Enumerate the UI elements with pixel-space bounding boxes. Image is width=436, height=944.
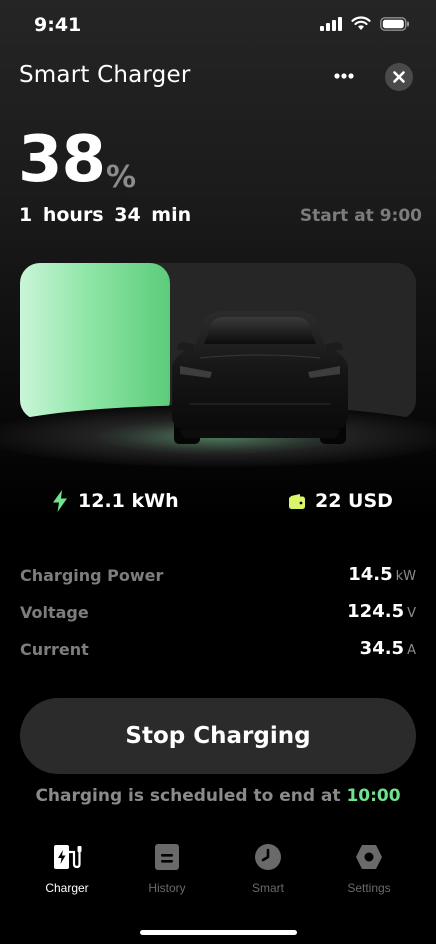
car-image	[172, 311, 348, 444]
charging-cost: 22 USD	[289, 490, 393, 512]
metric-number: 34.5	[359, 638, 405, 659]
status-icons	[320, 16, 410, 31]
schedule-end-time: 10:00	[346, 786, 401, 806]
stop-charging-button[interactable]: Stop Charging	[20, 698, 416, 774]
wallet-icon	[289, 494, 305, 509]
tab-label: History	[148, 881, 186, 895]
tab-label: Smart	[251, 881, 284, 895]
tab-charger[interactable]: Charger	[22, 842, 112, 895]
charge-percent-unit: %	[106, 160, 137, 195]
cost-value: 22 USD	[315, 490, 393, 512]
gear-icon	[356, 845, 382, 869]
energy-delivered: 12.1 kWh	[52, 490, 179, 512]
battery-fill	[20, 263, 170, 420]
tab-smart[interactable]: Smart	[223, 842, 313, 895]
document-icon	[155, 844, 179, 870]
tab-settings[interactable]: Settings	[324, 842, 414, 895]
schedule-note: Charging is scheduled to end at 10:00	[0, 786, 436, 806]
metric-label: Current	[20, 640, 89, 659]
metric-value: 124.5 V	[347, 601, 416, 622]
tab-history[interactable]: History	[122, 842, 212, 895]
metric-unit: kW	[395, 569, 416, 584]
cellular-signal-icon	[320, 16, 342, 31]
more-dots-icon	[334, 73, 354, 79]
metric-value: 14.5 kW	[348, 564, 416, 585]
metric-row-voltage: Voltage 124.5 V	[20, 601, 416, 625]
metric-label: Charging Power	[20, 566, 164, 585]
metric-number: 124.5	[347, 601, 405, 622]
metric-number: 14.5	[348, 564, 393, 585]
status-bar: 9:41	[0, 0, 436, 50]
metric-label: Voltage	[20, 603, 89, 622]
close-button[interactable]	[385, 63, 413, 91]
page-title: Smart Charger	[19, 62, 191, 88]
close-icon	[393, 71, 405, 83]
metric-row-current: Current 34.5 A	[20, 638, 416, 662]
status-time: 9:41	[34, 14, 82, 36]
tab-label: Settings	[347, 881, 391, 895]
metric-unit: A	[407, 643, 416, 658]
clock-icon	[255, 844, 281, 870]
battery-status-icon	[380, 16, 409, 31]
charge-percent: 38	[18, 123, 106, 197]
start-time: Start at 9:00	[299, 206, 422, 226]
schedule-text: Charging is scheduled to end at	[35, 786, 341, 806]
metric-row-charging-power: Charging Power 14.5 kW	[20, 564, 416, 588]
time-remaining: 1 hours 34 min	[19, 204, 192, 226]
tab-label: Charger	[45, 881, 89, 895]
wifi-icon	[351, 16, 371, 30]
metric-value: 34.5 A	[360, 638, 416, 659]
ev-charger-icon	[54, 845, 82, 869]
bolt-icon	[53, 490, 67, 512]
energy-value: 12.1 kWh	[78, 490, 179, 512]
metric-unit: V	[407, 606, 416, 621]
home-indicator[interactable]	[140, 930, 297, 935]
more-options-button[interactable]	[331, 66, 357, 86]
